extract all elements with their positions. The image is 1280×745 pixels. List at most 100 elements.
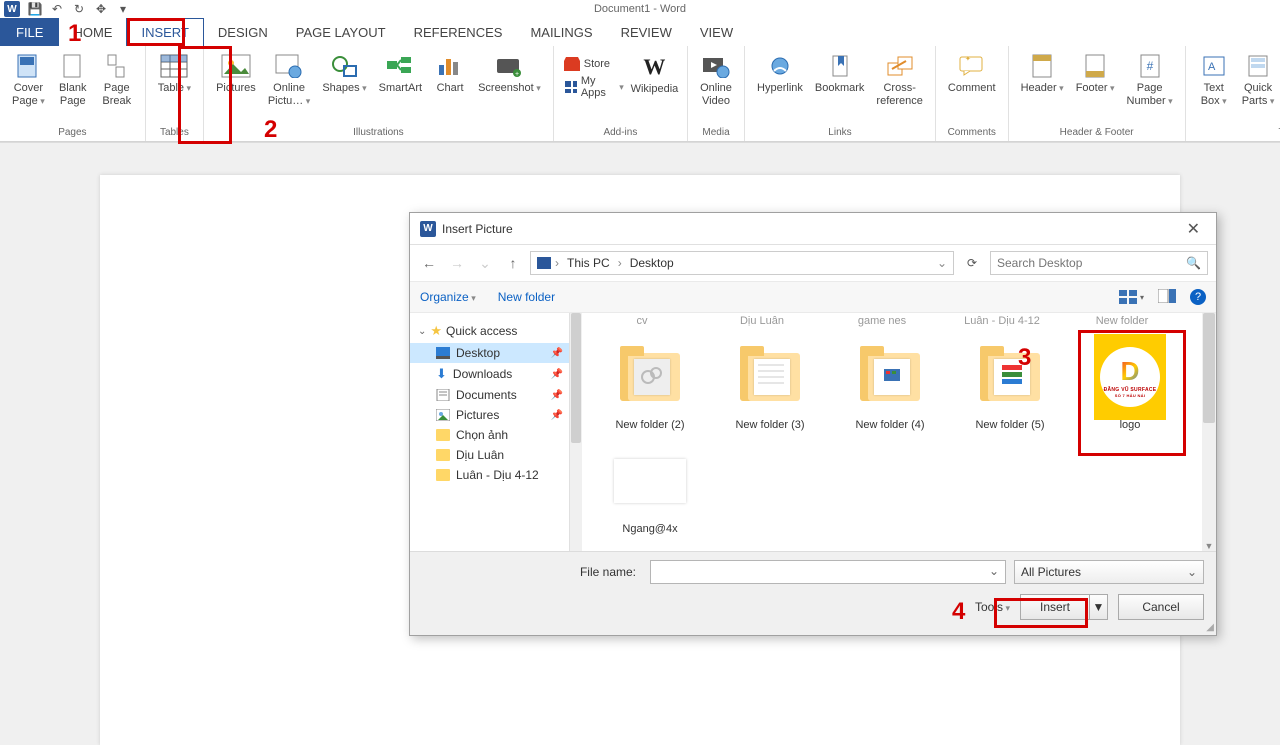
- group-media: OnlineVideo Media: [688, 46, 745, 141]
- tab-file[interactable]: FILE: [0, 18, 59, 46]
- online-pictures-button[interactable]: OnlinePictu…: [262, 50, 317, 110]
- file-logo[interactable]: DĐĂNG VŨ SURFACESỐ 7 HẢU NÁIlogo: [1070, 335, 1190, 439]
- tab-design[interactable]: DESIGN: [204, 18, 282, 46]
- search-icon[interactable]: 🔍: [1186, 256, 1201, 270]
- address-bar[interactable]: › This PC › Desktop ⌄: [530, 251, 954, 275]
- footer-button[interactable]: Footer: [1070, 50, 1121, 110]
- file-filter[interactable]: All Pictures: [1014, 560, 1204, 584]
- nav-diuluan[interactable]: Dịu Luân: [410, 445, 569, 465]
- group-header-footer: Header Footer #PageNumber Header & Foote…: [1009, 46, 1186, 141]
- tab-view[interactable]: VIEW: [686, 18, 747, 46]
- file-ngang[interactable]: Ngang@4x: [590, 439, 710, 543]
- folder-item[interactable]: New folder (3): [710, 335, 830, 439]
- folder-item[interactable]: New folder (4): [830, 335, 950, 439]
- tools-button[interactable]: Tools: [975, 600, 1010, 614]
- group-addins: Store My Apps WWikipedia Add-ins: [554, 46, 688, 141]
- annotation-4: 4: [952, 598, 965, 626]
- redo-icon[interactable]: ↻: [72, 2, 86, 16]
- store-button[interactable]: Store: [560, 56, 628, 72]
- cross-reference-button[interactable]: Cross-reference: [870, 50, 928, 110]
- new-folder-button[interactable]: New folder: [498, 290, 555, 304]
- chart-button[interactable]: Chart: [428, 50, 472, 110]
- file-pane: cvDịu Luângame nesLuân - Dịu 4-12New fol…: [582, 313, 1216, 551]
- tab-mailings[interactable]: MAILINGS: [516, 18, 606, 46]
- nav-pictures[interactable]: Pictures📌: [410, 405, 569, 425]
- folder-item[interactable]: New folder (2): [590, 335, 710, 439]
- dialog-body: ⌄★Quick access Desktop📌 ⬇Downloads📌 Docu…: [410, 313, 1216, 551]
- svg-text:✦: ✦: [965, 55, 971, 63]
- pin-icon: 📌: [551, 369, 563, 380]
- shapes-button[interactable]: Shapes: [316, 50, 372, 110]
- search-box[interactable]: 🔍: [990, 251, 1208, 275]
- refresh-button[interactable]: ⟳: [960, 251, 984, 275]
- nav-chonanh[interactable]: Chọn ảnh: [410, 425, 569, 445]
- nav-scrollbar[interactable]: [570, 313, 582, 551]
- nav-desktop[interactable]: Desktop📌: [410, 343, 569, 363]
- myapps-button[interactable]: My Apps: [560, 74, 628, 100]
- crumb-thispc[interactable]: This PC: [563, 256, 614, 270]
- tab-references[interactable]: REFERENCES: [400, 18, 517, 46]
- back-button[interactable]: ←: [418, 255, 440, 271]
- comment-button[interactable]: ✦Comment: [942, 50, 1002, 97]
- hyperlink-button[interactable]: Hyperlink: [751, 50, 809, 110]
- address-dropdown-icon[interactable]: ⌄: [937, 256, 947, 270]
- help-button[interactable]: ?: [1190, 289, 1206, 305]
- smartart-button[interactable]: SmartArt: [373, 50, 428, 110]
- quick-access-header[interactable]: ⌄★Quick access: [410, 319, 569, 343]
- group-tables: Table Tables: [146, 46, 204, 141]
- group-comments: ✦Comment Comments: [936, 46, 1009, 141]
- annotation-3: 3: [1018, 344, 1031, 372]
- screenshot-button[interactable]: +Screenshot: [472, 50, 547, 110]
- quick-parts-button[interactable]: QuickParts: [1236, 50, 1280, 110]
- forward-button[interactable]: →: [446, 255, 468, 271]
- blank-page-button[interactable]: BlankPage: [51, 50, 95, 110]
- up-button[interactable]: ↑: [502, 255, 524, 271]
- partial-row: cvDịu Luângame nesLuân - Dịu 4-12New fol…: [582, 313, 1216, 331]
- resize-grip[interactable]: ◢: [1206, 622, 1214, 633]
- annotation-1: 1: [68, 20, 81, 48]
- svg-text:A: A: [1208, 61, 1216, 73]
- filename-label: File name:: [422, 565, 642, 579]
- nav-downloads[interactable]: ⬇Downloads📌: [410, 363, 569, 385]
- recent-dropdown[interactable]: ⌄: [474, 255, 496, 272]
- insert-split-button[interactable]: Insert ▼: [1020, 594, 1108, 620]
- ribbon-tabs: FILE HOME INSERT DESIGN PAGE LAYOUT REFE…: [0, 18, 1280, 46]
- page-number-button[interactable]: #PageNumber: [1121, 50, 1179, 110]
- folder-item[interactable]: New folder (5): [950, 335, 1070, 439]
- preview-pane-button[interactable]: [1158, 289, 1176, 306]
- header-button[interactable]: Header: [1015, 50, 1070, 110]
- search-input[interactable]: [997, 256, 1186, 270]
- qat-dropdown-icon[interactable]: ▾: [116, 2, 130, 16]
- tab-insert[interactable]: INSERT: [126, 18, 203, 46]
- tab-review[interactable]: REVIEW: [607, 18, 686, 46]
- file-scrollbar[interactable]: ▲▼: [1202, 313, 1216, 551]
- tab-page-layout[interactable]: PAGE LAYOUT: [282, 18, 400, 46]
- online-video-button[interactable]: OnlineVideo: [694, 50, 738, 110]
- ribbon: CoverPage BlankPage PageBreak Pages Tabl…: [0, 46, 1280, 142]
- save-icon[interactable]: 💾: [28, 2, 42, 16]
- page-break-button[interactable]: PageBreak: [95, 50, 139, 110]
- dialog-footer: File name: All Pictures Tools Insert ▼ C…: [410, 551, 1216, 635]
- cover-page-button[interactable]: CoverPage: [6, 50, 51, 110]
- nav-documents[interactable]: Documents📌: [410, 385, 569, 405]
- undo-icon[interactable]: ↶: [50, 2, 64, 16]
- wikipedia-button[interactable]: WWikipedia: [628, 51, 681, 98]
- annotation-2: 2: [264, 116, 277, 144]
- nav-luandiu[interactable]: Luân - Dịu 4-12: [410, 465, 569, 485]
- insert-picture-dialog: W Insert Picture ✕ ← → ⌄ ↑ › This PC › D…: [409, 212, 1217, 636]
- close-button[interactable]: ✕: [1181, 219, 1206, 239]
- cancel-button[interactable]: Cancel: [1118, 594, 1204, 620]
- dialog-nav-row: ← → ⌄ ↑ › This PC › Desktop ⌄ ⟳ 🔍: [410, 245, 1216, 281]
- crumb-desktop[interactable]: Desktop: [626, 256, 678, 270]
- pin-icon: 📌: [551, 410, 563, 421]
- text-box-button[interactable]: ATextBox: [1192, 50, 1236, 110]
- filename-input[interactable]: [650, 560, 1006, 584]
- insert-dropdown: ▼: [1090, 594, 1108, 620]
- pictures-button[interactable]: Pictures: [210, 50, 262, 110]
- view-button[interactable]: ▾: [1119, 290, 1144, 304]
- table-button[interactable]: Table: [152, 50, 197, 97]
- bookmark-button[interactable]: Bookmark: [809, 50, 871, 110]
- touch-icon[interactable]: ✥: [94, 2, 108, 16]
- organize-button[interactable]: Organize: [420, 290, 476, 304]
- dialog-toolbar: Organize New folder ▾ ?: [410, 281, 1216, 313]
